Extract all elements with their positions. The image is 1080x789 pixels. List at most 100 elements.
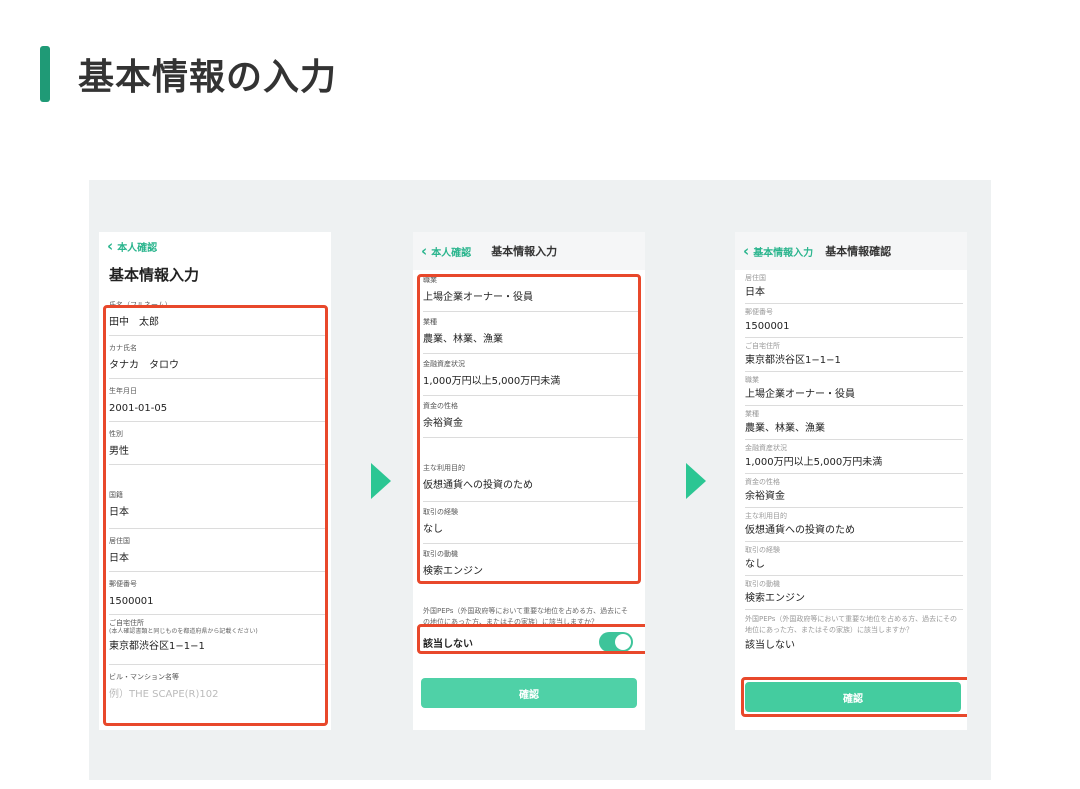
field-label: ご自宅住所: [109, 619, 144, 627]
field-value: 田中 太郎: [109, 317, 159, 328]
toggle-knob: [615, 634, 631, 650]
confirm-button[interactable]: 確認: [421, 678, 637, 708]
pep-question: 外国PEPs（外国政府等において重要な地位を占める方、過去にその地位にあった方、…: [745, 615, 958, 634]
field-label: 資金の性格: [423, 402, 458, 410]
nav-bar: ‹ 基本情報入力 基本情報確認: [735, 232, 967, 270]
back-button[interactable]: ‹ 基本情報入力: [743, 243, 814, 259]
phone-screen-basic-info-input-2: ‹ 本人確認 基本情報入力 職業 上場企業オーナー・役員 業種 農業、林業、漁業…: [413, 232, 645, 730]
field-value: 1500001: [109, 596, 154, 607]
field-label: 職業: [745, 376, 759, 384]
field-value: 仮想通貨への投資のため: [423, 480, 533, 491]
field-value: タナカ タロウ: [109, 360, 179, 371]
section-heading: 基本情報の入力: [40, 46, 337, 102]
field-label: 業種: [745, 410, 759, 418]
field-sublabel: (本人確認書類と同じものを都道府県から記載ください): [109, 628, 258, 635]
screen-title: 基本情報入力: [109, 266, 200, 284]
field-placeholder: 例）THE SCAPE(R)102: [109, 689, 219, 700]
field-label: 業種: [423, 318, 437, 326]
field-label: 職業: [423, 276, 437, 284]
back-label: 基本情報入力: [753, 247, 814, 259]
field-label: 金融資産状況: [423, 360, 465, 368]
fund-nature-row: 資金の性格 余裕資金: [745, 474, 963, 508]
field-value: 日本: [745, 287, 765, 298]
field-label: ご自宅住所: [745, 342, 780, 350]
field-value: 農業、林業、漁業: [745, 423, 825, 434]
field-label: 金融資産状況: [745, 444, 787, 452]
field-label: 生年月日: [109, 387, 137, 395]
confirm-button[interactable]: 確認: [745, 682, 961, 712]
building-name-field[interactable]: ビル・マンション名等 例）THE SCAPE(R)102: [109, 665, 325, 708]
gender-field[interactable]: 性別 男性: [109, 422, 325, 465]
usage-purpose-row: 主な利用目的 仮想通貨への投資のため: [745, 508, 963, 542]
occupation-row: 職業 上場企業オーナー・役員: [745, 372, 963, 406]
field-value: 東京都渋谷区1−1−1: [109, 641, 205, 652]
residence-country-field[interactable]: 居住国 日本: [109, 529, 325, 572]
field-label: 性別: [109, 430, 123, 438]
field-label: 郵便番号: [745, 308, 773, 316]
back-label: 本人確認: [117, 242, 158, 254]
financial-assets-row: 金融資産状況 1,000万円以上5,000万円未満: [745, 440, 963, 474]
field-value: なし: [423, 524, 443, 535]
field-value: 農業、林業、漁業: [423, 334, 503, 345]
field-label: 氏名（フルネーム）: [109, 301, 172, 309]
field-label: 取引の経験: [423, 508, 458, 516]
trading-experience-field[interactable]: 取引の経験 なし: [423, 502, 639, 544]
pep-toggle-switch[interactable]: [599, 632, 633, 652]
chevron-left-icon: ‹: [421, 241, 428, 260]
field-value: 1,000万円以上5,000万円未満: [423, 376, 561, 387]
field-value: 検索エンジン: [423, 566, 483, 577]
financial-assets-field[interactable]: 金融資産状況 1,000万円以上5,000万円未満: [423, 354, 639, 396]
field-value: なし: [745, 559, 765, 570]
phone-screen-basic-info-input-1: ‹ 本人確認 基本情報入力 氏名（フルネーム） 田中 太郎 カナ氏名 タナカ タ…: [99, 232, 331, 730]
field-value: 1,000万円以上5,000万円未満: [745, 457, 883, 468]
field-value: 1500001: [745, 321, 790, 332]
birthdate-field[interactable]: 生年月日 2001-01-05: [109, 379, 325, 422]
home-address-row: ご自宅住所 東京都渋谷区1−1−1: [745, 338, 963, 372]
nav-title: 基本情報入力: [491, 245, 558, 258]
field-label: 取引の動機: [423, 550, 458, 558]
field-value: 余裕資金: [745, 491, 785, 502]
postal-code-field[interactable]: 郵便番号 1500001: [109, 572, 325, 615]
field-value: 2001-01-05: [109, 403, 168, 414]
page-title: 基本情報の入力: [78, 57, 338, 98]
back-button[interactable]: ‹ 本人確認: [107, 238, 158, 254]
kana-name-field[interactable]: カナ氏名 タナカ タロウ: [109, 336, 325, 379]
field-label: 居住国: [745, 274, 766, 282]
field-value: 日本: [109, 553, 129, 564]
field-label: 主な利用目的: [423, 464, 465, 472]
field-label: 取引の経験: [745, 546, 780, 554]
trading-experience-row: 取引の経験 なし: [745, 542, 963, 576]
field-value: 東京都渋谷区1−1−1: [745, 355, 841, 366]
trading-motive-field[interactable]: 取引の動機 検索エンジン: [423, 544, 639, 586]
back-label: 本人確認: [431, 247, 472, 259]
industry-field[interactable]: 業種 農業、林業、漁業: [423, 312, 639, 354]
field-value: 余裕資金: [423, 418, 463, 429]
nationality-field[interactable]: 国籍 日本: [109, 465, 325, 529]
field-label: カナ氏名: [109, 344, 137, 352]
field-label: 国籍: [109, 491, 123, 499]
field-value: 上場企業オーナー・役員: [745, 389, 855, 400]
home-address-field[interactable]: ご自宅住所 (本人確認書類と同じものを都道府県から記載ください) 東京都渋谷区1…: [109, 615, 325, 665]
field-value: 上場企業オーナー・役員: [423, 292, 533, 303]
occupation-field[interactable]: 職業 上場企業オーナー・役員: [423, 270, 639, 312]
nav-bar: ‹ 本人確認 基本情報入力: [413, 232, 645, 270]
phone-screen-basic-info-confirm: ‹ 基本情報入力 基本情報確認 居住国 日本 郵便番号 1500001 ご自宅住…: [735, 232, 967, 730]
next-step-arrow: [371, 463, 391, 499]
usage-purpose-field[interactable]: 主な利用目的 仮想通貨への投資のため: [423, 438, 639, 502]
fund-nature-field[interactable]: 資金の性格 余裕資金: [423, 396, 639, 438]
next-step-arrow: [686, 463, 706, 499]
field-value: 仮想通貨への投資のため: [745, 525, 855, 536]
field-label: 居住国: [109, 537, 130, 545]
residence-country-row: 居住国 日本: [745, 270, 963, 304]
field-label: 取引の動機: [745, 580, 780, 588]
field-value: 日本: [109, 507, 129, 518]
field-label: 郵便番号: [109, 580, 137, 588]
nav-bar: ‹ 本人確認: [99, 232, 331, 260]
full-name-field[interactable]: 氏名（フルネーム） 田中 太郎: [109, 293, 325, 336]
postal-code-row: 郵便番号 1500001: [745, 304, 963, 338]
field-label: 資金の性格: [745, 478, 780, 486]
pep-answer: 該当しない: [745, 640, 795, 651]
pep-row: 外国PEPs（外国政府等において重要な地位を占める方、過去にその地位にあった方、…: [745, 610, 963, 658]
field-label: ビル・マンション名等: [109, 673, 179, 681]
back-button[interactable]: ‹ 本人確認: [421, 241, 472, 260]
